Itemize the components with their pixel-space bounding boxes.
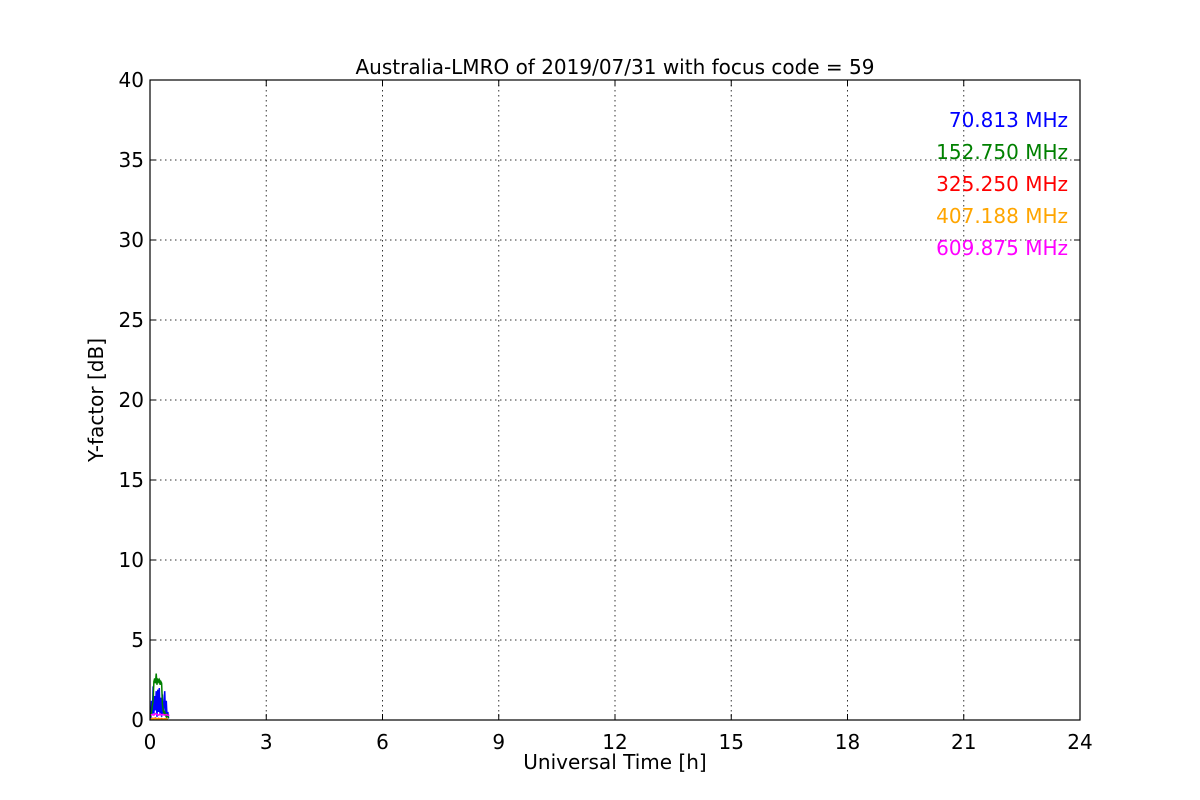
- y-tick-label: 15: [119, 468, 144, 492]
- y-tick-label: 35: [119, 148, 144, 172]
- y-tick-label: 0: [131, 708, 144, 732]
- y-tick-label: 20: [119, 388, 144, 412]
- series-line-3: [150, 717, 168, 721]
- legend-entry-0: 70.813 MHz: [949, 108, 1068, 132]
- chart-title: Australia-LMRO of 2019/07/31 with focus …: [355, 55, 874, 79]
- legend-entry-3: 407.188 MHz: [936, 204, 1068, 228]
- x-axis-label: Universal Time [h]: [523, 750, 706, 774]
- x-tick-label: 15: [719, 730, 744, 754]
- y-tick-label: 5: [131, 628, 144, 652]
- x-tick-label: 24: [1067, 730, 1092, 754]
- legend-entry-4: 609.875 MHz: [936, 236, 1068, 260]
- y-axis-label: Y-factor [dB]: [84, 338, 108, 463]
- legend: 70.813 MHz 152.750 MHz 325.250 MHz 407.188 …: [936, 108, 1068, 260]
- x-tick-label: 3: [260, 730, 273, 754]
- y-tick-label: 10: [119, 548, 144, 572]
- legend-entry-1: 152.750 MHz: [936, 140, 1068, 164]
- x-tick-label: 18: [835, 730, 860, 754]
- x-tick-label: 6: [376, 730, 389, 754]
- y-tick-label: 40: [119, 68, 144, 92]
- x-tick-label: 21: [951, 730, 976, 754]
- x-tick-label: 0: [144, 730, 157, 754]
- y-tick-label: 30: [119, 228, 144, 252]
- legend-entry-2: 325.250 MHz: [936, 172, 1068, 196]
- chart: 0 3 6 9 12 15 18 21 240510152025303540 70.813 MH…: [0, 0, 1200, 800]
- x-tick-label: 9: [492, 730, 505, 754]
- y-tick-label: 25: [119, 308, 144, 332]
